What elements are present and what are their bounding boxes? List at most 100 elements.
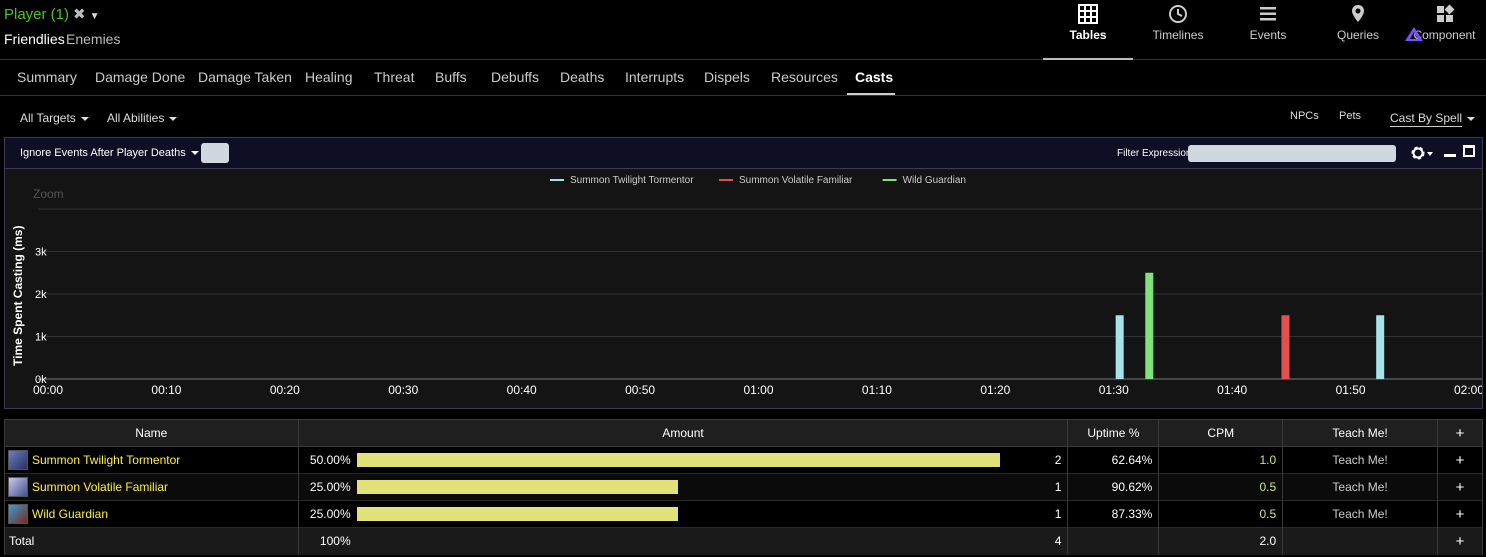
tab-interrupts[interactable]: Interrupts <box>625 69 684 85</box>
uptime-cell: 90.62% <box>1067 473 1160 501</box>
tab-summary[interactable]: Summary <box>17 69 77 85</box>
components-icon <box>1436 4 1454 22</box>
casting-time-chart: Zoom0k1k2k3kTime Spent Casting (ms)00:00… <box>11 175 1482 397</box>
pets-toggle[interactable]: Pets <box>1339 110 1361 122</box>
tab-damage-taken[interactable]: Damage Taken <box>198 69 292 85</box>
cpm-cell: 1.0 <box>1158 446 1284 474</box>
close-icon[interactable]: ✖ <box>73 6 86 23</box>
minimize-icon[interactable] <box>1444 154 1456 157</box>
legend-label: Summon Twilight Tormentor <box>570 175 694 186</box>
spell-name[interactable]: Summon Twilight Tormentor <box>32 453 180 467</box>
tab-buffs[interactable]: Buffs <box>435 69 467 85</box>
gear-icon[interactable] <box>1409 144 1435 162</box>
friendlies-toggle[interactable]: Friendlies <box>4 31 65 47</box>
uptime-cell: 87.33% <box>1067 500 1160 528</box>
maximize-icon[interactable] <box>1463 145 1475 157</box>
graph-panel: Ignore Events After Player Deaths Filter… <box>4 137 1483 409</box>
targets-dropdown[interactable]: All Targets <box>20 111 89 125</box>
amount-count: 1 <box>1054 479 1062 494</box>
expand-row-button[interactable]: + <box>1437 500 1483 528</box>
spell-cell: Wild Guardian <box>4 500 299 528</box>
x-tick-label: 00:50 <box>625 383 655 397</box>
y-tick-label: 2k <box>35 289 47 301</box>
enemies-toggle[interactable]: Enemies <box>66 31 120 47</box>
tab-healing[interactable]: Healing <box>305 69 352 85</box>
nav-events[interactable]: Events <box>1223 0 1313 60</box>
list-icon <box>1260 7 1276 21</box>
filter-expression-label: Filter Expression: <box>1117 148 1195 159</box>
ignore-deaths-toggle[interactable] <box>201 143 229 163</box>
teach-me-link[interactable]: Teach Me! <box>1282 500 1438 528</box>
col-amount-header[interactable]: Amount <box>297 419 1069 447</box>
zoom-label: Zoom <box>33 187 64 201</box>
table-row: Summon Twilight Tormentor 50.00% 2 62.64%… <box>4 446 1483 474</box>
col-uptime-header[interactable]: Uptime % <box>1067 419 1160 447</box>
col-cpm-header[interactable]: CPM <box>1158 419 1284 447</box>
filter-expression-input[interactable] <box>1188 145 1396 162</box>
x-tick-label: 02:00 <box>1454 383 1482 397</box>
ignore-deaths-dropdown[interactable]: Ignore Events After Player Deaths <box>20 147 199 159</box>
spell-name[interactable]: Wild Guardian <box>32 507 108 521</box>
clock-icon <box>1169 5 1187 23</box>
cast-by-label: Cast By Spell <box>1390 111 1463 127</box>
y-axis-label: Time Spent Casting (ms) <box>11 226 25 366</box>
amount-cell: 50.00% 2 <box>297 446 1069 474</box>
expand-row-button[interactable]: + <box>1437 446 1483 474</box>
x-tick-label: 00:00 <box>33 383 63 397</box>
tormentor-icon <box>8 450 28 470</box>
teach-me-link[interactable]: Teach Me! <box>1282 446 1438 474</box>
legend-label: Summon Volatile Familiar <box>739 175 853 186</box>
npcs-toggle[interactable]: NPCs <box>1290 110 1319 122</box>
x-tick-label: 01:00 <box>743 383 773 397</box>
x-tick-label: 01:50 <box>1336 383 1366 397</box>
cast-by-dropdown[interactable]: Cast By Spell <box>1390 111 1476 127</box>
x-tick-label: 00:40 <box>507 383 537 397</box>
tab-casts[interactable]: Casts <box>855 69 893 85</box>
expand-total-button[interactable]: + <box>1437 527 1483 555</box>
tab-dispels[interactable]: Dispels <box>704 69 750 85</box>
map-pin-icon <box>1352 5 1364 22</box>
x-tick-label: 01:40 <box>1217 383 1247 397</box>
nav-timelines[interactable]: Timelines <box>1133 0 1223 60</box>
tab-resources[interactable]: Resources <box>771 69 838 85</box>
nav-queries[interactable]: Queries <box>1313 0 1403 60</box>
chevron-down-icon[interactable]: ▼ <box>90 11 100 22</box>
spell-cell: Summon Twilight Tormentor <box>4 446 299 474</box>
chart-bar <box>1281 315 1290 379</box>
table-row: Summon Volatile Familiar 25.00% 1 90.62% … <box>4 473 1483 501</box>
familiar-icon <box>8 477 28 497</box>
player-selector[interactable]: Player (1) ✖ ▼ <box>4 5 100 23</box>
amount-bar <box>356 480 679 495</box>
tab-bar: Summary Damage Done Damage Taken Healing… <box>0 60 1486 96</box>
nav-tables[interactable]: Tables <box>1043 0 1133 60</box>
amount-pct: 25.00% <box>309 479 351 494</box>
table-icon <box>1078 4 1098 24</box>
x-tick-label: 00:10 <box>151 383 181 397</box>
x-tick-label: 01:20 <box>980 383 1010 397</box>
tab-deaths[interactable]: Deaths <box>560 69 604 85</box>
amount-bar <box>356 507 679 522</box>
graph-toolbar: Ignore Events After Player Deaths Filter… <box>5 138 1482 169</box>
tab-threat[interactable]: Threat <box>374 69 414 85</box>
x-tick-label: 01:30 <box>1099 383 1129 397</box>
y-tick-label: 3k <box>35 247 47 259</box>
targets-label: All Targets <box>20 111 76 125</box>
expand-row-button[interactable]: + <box>1437 473 1483 501</box>
total-uptime-cell <box>1067 527 1160 555</box>
abilities-dropdown[interactable]: All Abilities <box>107 111 178 125</box>
col-name-header[interactable]: Name <box>4 419 299 447</box>
total-cpm: 2.0 <box>1158 527 1284 555</box>
guardian-icon <box>8 504 28 524</box>
table-total-row: Total 100% 4 2.0 + <box>4 527 1483 555</box>
tab-damage-done[interactable]: Damage Done <box>95 69 185 85</box>
player-label: Player (1) <box>4 6 70 23</box>
tab-debuffs[interactable]: Debuffs <box>491 69 539 85</box>
spell-name[interactable]: Summon Volatile Familiar <box>32 480 168 494</box>
x-tick-label: 00:20 <box>270 383 300 397</box>
teach-me-link[interactable]: Teach Me! <box>1282 473 1438 501</box>
amount-count: 1 <box>1054 506 1062 521</box>
col-teach-header[interactable]: Teach Me! <box>1282 419 1438 447</box>
col-add-header[interactable]: + <box>1437 419 1483 447</box>
nav-timelines-label: Timelines <box>1152 28 1204 42</box>
abilities-label: All Abilities <box>107 111 165 125</box>
